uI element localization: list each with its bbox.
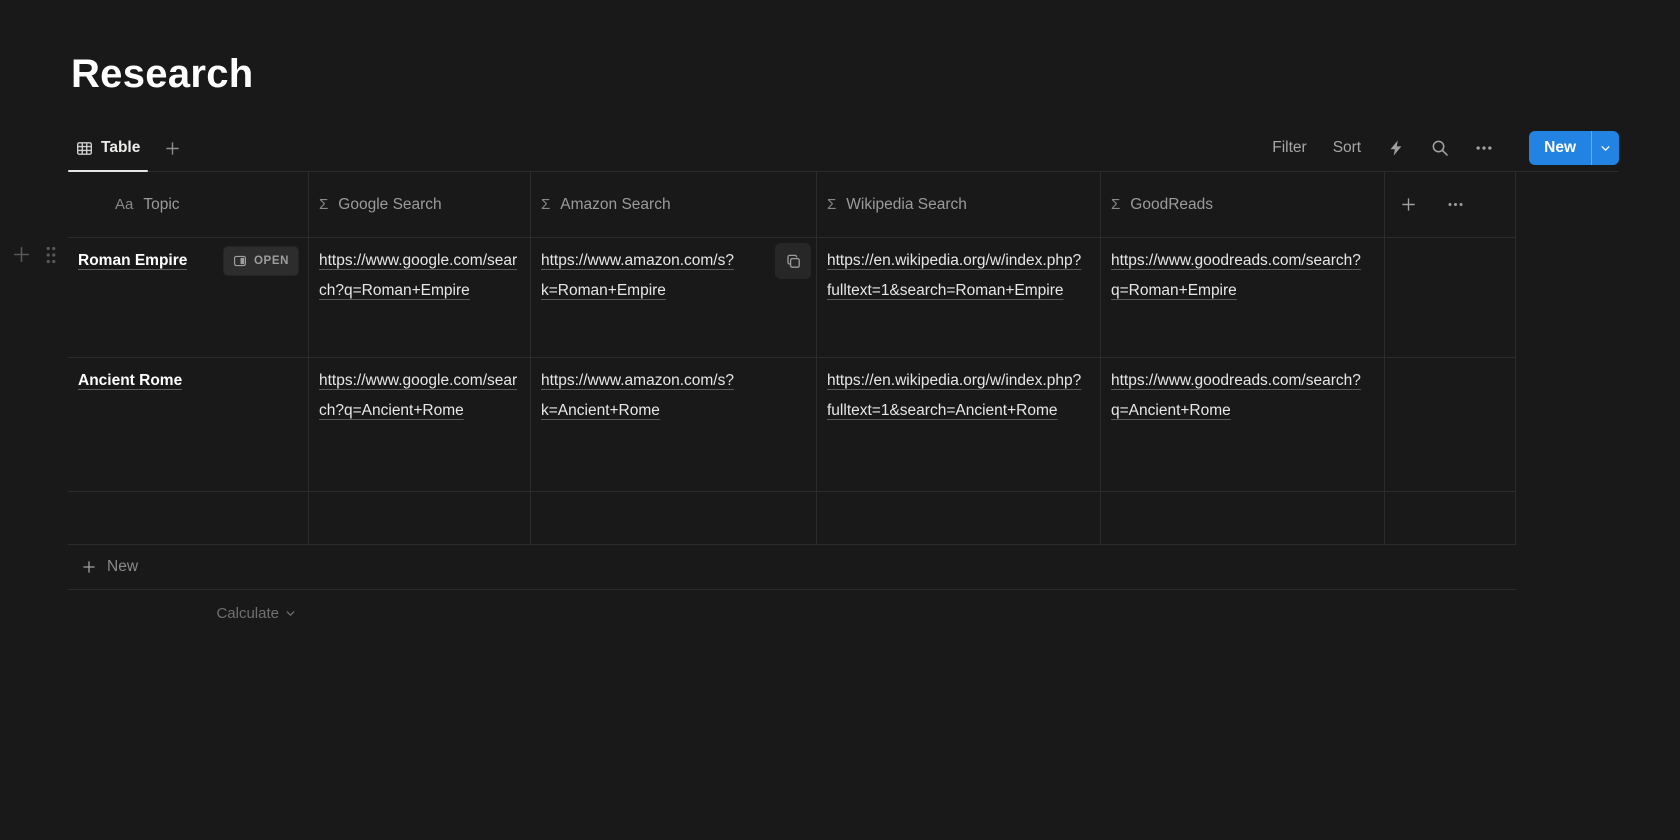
view-toolbar: Table Filter Sort New (68, 125, 1619, 172)
url-link[interactable]: https://www.amazon.com/s?k=Roman+Empire (541, 252, 734, 299)
filter-button[interactable]: Filter (1272, 139, 1306, 157)
cell-amazon-search[interactable]: https://www.amazon.com/s?k=Ancient+Rome (530, 358, 816, 491)
table-header-row: Aa Topic Σ Google Search Σ Amazon Search… (68, 172, 1516, 238)
url-link[interactable]: https://en.wikipedia.org/w/index.php?ful… (827, 372, 1081, 419)
table-row: Ancient Rome https://www.google.com/sear… (68, 358, 1516, 492)
column-header-google-search[interactable]: Σ Google Search (308, 172, 530, 237)
formula-property-icon: Σ (541, 196, 550, 213)
url-link[interactable]: https://www.google.com/search?q=Roman+Em… (319, 252, 517, 299)
add-row-label: New (107, 558, 138, 576)
cell-wikipedia-search[interactable]: https://en.wikipedia.org/w/index.php?ful… (816, 238, 1100, 357)
drag-handle-icon[interactable] (45, 245, 57, 265)
column-header-label: Topic (143, 196, 179, 214)
automations-icon[interactable] (1387, 139, 1405, 157)
formula-property-icon: Σ (319, 196, 328, 213)
column-header-wikipedia-search[interactable]: Σ Wikipedia Search (816, 172, 1100, 237)
chevron-down-icon (285, 608, 296, 619)
cell-wikipedia-search[interactable]: https://en.wikipedia.org/w/index.php?ful… (816, 358, 1100, 491)
url-link[interactable]: https://www.google.com/search?q=Ancient+… (319, 372, 517, 419)
cell-goodreads[interactable]: https://www.goodreads.com/search?q=Ancie… (1100, 358, 1384, 491)
column-header-label: Amazon Search (560, 196, 670, 214)
sort-button[interactable]: Sort (1333, 139, 1361, 157)
column-header-amazon-search[interactable]: Σ Amazon Search (530, 172, 816, 237)
cell-topic[interactable]: Ancient Rome (68, 358, 308, 491)
add-view-button[interactable] (164, 140, 181, 157)
title-property-icon: Aa (115, 196, 133, 213)
cell-goodreads[interactable] (1100, 492, 1384, 544)
new-split-button: New (1529, 131, 1619, 165)
open-page-button[interactable]: OPEN (224, 247, 298, 275)
cell-extra[interactable] (1384, 238, 1516, 357)
open-page-label: OPEN (254, 246, 289, 276)
cell-wikipedia-search[interactable] (816, 492, 1100, 544)
column-header-label: GoodReads (1130, 196, 1213, 214)
calculate-label: Calculate (216, 605, 279, 622)
formula-property-icon: Σ (1111, 196, 1120, 213)
copy-url-button[interactable] (775, 243, 811, 279)
column-header-goodreads[interactable]: Σ GoodReads (1100, 172, 1384, 237)
page-title: Research (71, 52, 254, 97)
cell-amazon-search[interactable] (530, 492, 816, 544)
view-controls: Filter Sort New (1272, 131, 1619, 165)
notion-database-page: Research Table Filter Sort (0, 0, 1680, 840)
more-options-icon[interactable] (1475, 139, 1493, 157)
cell-goodreads[interactable]: https://www.goodreads.com/search?q=Roman… (1100, 238, 1384, 357)
column-header-extra (1384, 172, 1516, 237)
row-gutter-controls (11, 244, 57, 265)
table-view-icon (76, 140, 93, 157)
new-dropdown-chevron-icon[interactable] (1591, 131, 1619, 165)
search-icon[interactable] (1431, 139, 1449, 157)
view-tabs: Table (68, 125, 181, 171)
database-table: Aa Topic Σ Google Search Σ Amazon Search… (68, 172, 1516, 622)
column-header-label: Google Search (338, 196, 441, 214)
tab-table[interactable]: Table (68, 125, 148, 171)
table-row-empty (68, 492, 1516, 545)
cell-topic[interactable] (68, 492, 308, 544)
cell-extra[interactable] (1384, 492, 1516, 544)
cell-google-search[interactable] (308, 492, 530, 544)
table-row: Roman Empire OPEN https://www.google.com… (68, 238, 1516, 358)
calculate-button[interactable]: Calculate (68, 590, 308, 622)
add-row-button[interactable]: New (68, 545, 1516, 590)
url-link[interactable]: https://en.wikipedia.org/w/index.php?ful… (827, 252, 1081, 299)
tab-table-label: Table (101, 139, 140, 157)
page-link[interactable]: Roman Empire (78, 246, 187, 276)
insert-row-icon[interactable] (11, 244, 32, 265)
cell-topic[interactable]: Roman Empire OPEN (68, 238, 308, 357)
column-header-label: Wikipedia Search (846, 196, 967, 214)
cell-google-search[interactable]: https://www.google.com/search?q=Ancient+… (308, 358, 530, 491)
formula-property-icon: Σ (827, 196, 836, 213)
add-column-icon[interactable] (1400, 196, 1417, 213)
url-link[interactable]: https://www.amazon.com/s?k=Ancient+Rome (541, 372, 734, 419)
url-link[interactable]: https://www.goodreads.com/search?q=Roman… (1111, 252, 1361, 299)
column-options-icon[interactable] (1447, 196, 1464, 213)
side-peek-icon (233, 254, 247, 268)
column-header-topic[interactable]: Aa Topic (68, 172, 308, 237)
new-button[interactable]: New (1529, 131, 1591, 165)
cell-amazon-search[interactable]: https://www.amazon.com/s?k=Roman+Empire (530, 238, 816, 357)
url-link[interactable]: https://www.goodreads.com/search?q=Ancie… (1111, 372, 1361, 419)
cell-google-search[interactable]: https://www.google.com/search?q=Roman+Em… (308, 238, 530, 357)
plus-icon (81, 559, 97, 575)
cell-extra[interactable] (1384, 358, 1516, 491)
page-link[interactable]: Ancient Rome (78, 366, 182, 396)
